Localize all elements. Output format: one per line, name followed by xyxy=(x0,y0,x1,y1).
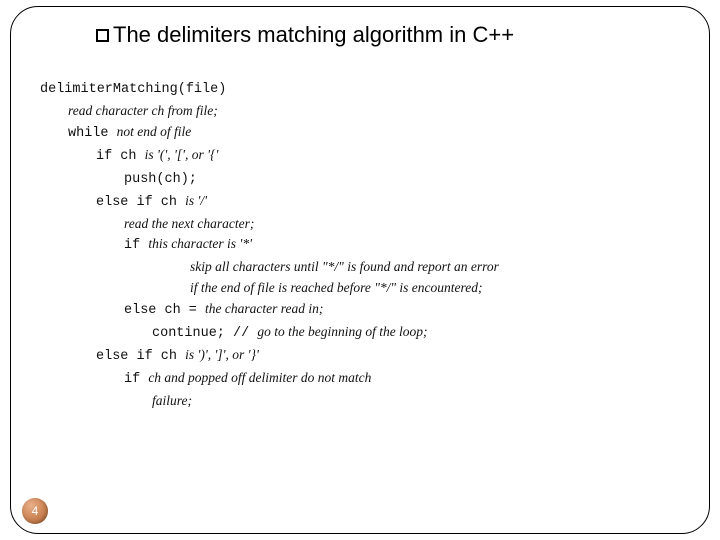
title-row: The delimiters matching algorithm in C++ xyxy=(96,22,660,48)
code-text: is '(', '[', or '{' xyxy=(145,147,219,162)
algorithm-code: delimiterMatching(file) read character c… xyxy=(40,78,680,412)
code-text: else if ch xyxy=(96,349,185,364)
code-text: not end of file xyxy=(117,124,192,139)
code-text: if xyxy=(124,372,148,387)
code-text: if xyxy=(124,238,148,253)
code-text: delimiterMatching(file) xyxy=(40,82,226,97)
code-text: is '/' xyxy=(185,193,207,208)
code-text: this character is '*' xyxy=(148,236,252,251)
page-number: 4 xyxy=(32,504,39,518)
page-number-badge: 4 xyxy=(22,498,48,524)
slide-title: The delimiters matching algorithm in C++ xyxy=(113,22,514,48)
code-text: if ch xyxy=(96,149,145,164)
code-text: go to the beginning of the loop; xyxy=(257,324,427,339)
code-text: the character read in; xyxy=(205,301,323,316)
code-text: skip all characters until "*/" is found … xyxy=(190,259,499,274)
code-text: read character ch from file; xyxy=(68,103,218,118)
code-text: continue; // xyxy=(152,326,257,341)
code-text: else if ch xyxy=(96,195,185,210)
code-text: else ch = xyxy=(124,303,205,318)
code-text: is ')', ']', or '}' xyxy=(185,347,259,362)
slide: The delimiters matching algorithm in C++… xyxy=(0,0,720,540)
code-text: read the next character; xyxy=(124,216,254,231)
code-text: failure; xyxy=(152,393,192,408)
code-text: while xyxy=(68,126,117,141)
code-text: ch and popped off delimiter do not match xyxy=(148,370,371,385)
code-text: push(ch); xyxy=(124,172,197,187)
code-text: if the end of file is reached before "*/… xyxy=(190,280,483,295)
square-bullet-icon xyxy=(96,29,109,42)
